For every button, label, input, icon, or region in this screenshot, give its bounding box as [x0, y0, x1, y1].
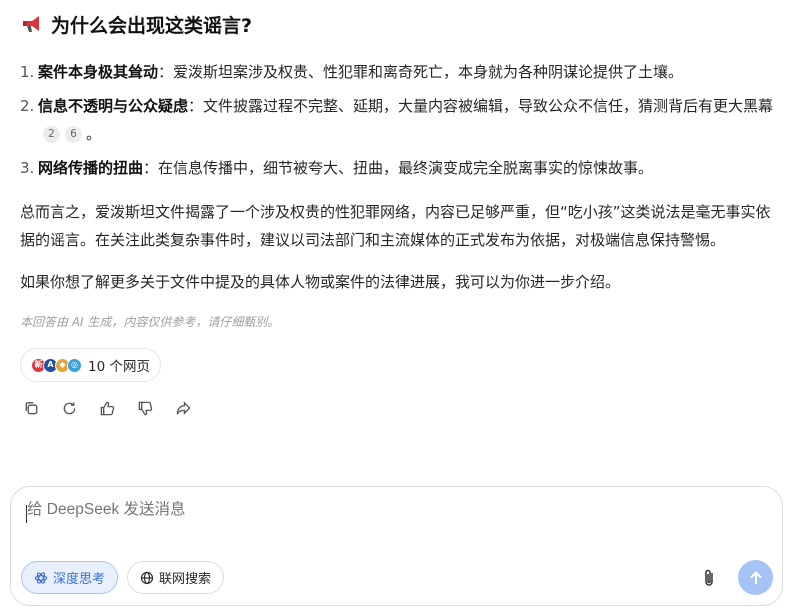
list-number: 2.: [20, 97, 35, 115]
point-text: ：在信息传播中，细节被夸大、扭曲，最终演变成完全脱离事实的惊悚故事。: [143, 159, 654, 177]
globe-site-icon: ◎: [67, 357, 82, 373]
point-title: 案件本身极其耸动: [38, 63, 159, 81]
web-search-label: 联网搜索: [159, 572, 212, 587]
list-number: 3.: [20, 159, 35, 177]
citation-badge[interactable]: 2: [43, 126, 60, 143]
deep-think-toggle[interactable]: 深度思考: [21, 561, 119, 594]
reasons-list: 1. 案件本身极其耸动：爱泼斯坦案涉及权贵、性犯罪和离奇死亡，本身就为各种阴谋论…: [20, 58, 776, 182]
list-item: 3. 网络传播的扭曲：在信息传播中，细节被夸大、扭曲，最终演变成完全脱离事实的惊…: [20, 154, 776, 182]
arrow-up-icon: [749, 570, 762, 584]
share-icon[interactable]: [172, 397, 194, 419]
copy-icon[interactable]: [20, 397, 42, 419]
point-text: ：文件披露过程不完整、延期，大量内容被编辑，导致公众不信任，猜测背后有更大黑幕: [188, 97, 774, 115]
assistant-answer: 为什么会出现这类谣言? 1. 案件本身极其耸动：爱泼斯坦案涉及权贵、性犯罪和离奇…: [20, 10, 776, 419]
web-search-toggle[interactable]: 联网搜索: [127, 561, 225, 594]
followup-paragraph: 如果你想了解更多关于文件中提及的具体人物或案件的法律进展，我可以为你进一步介绍。: [20, 273, 621, 291]
megaphone-icon: [21, 14, 43, 34]
citation-badge[interactable]: 6: [65, 126, 82, 143]
attach-file-icon[interactable]: [699, 567, 719, 589]
point-text: ：爱泼斯坦案涉及权贵、性犯罪和离奇死亡，本身就为各种阴谋论提供了土壤。: [158, 63, 684, 81]
list-item: 2. 信息不透明与公众疑虑：文件披露过程不完整、延期，大量内容被编辑，导致公众不…: [20, 92, 776, 148]
point-title: 网络传播的扭曲: [38, 159, 144, 177]
thumbs-up-icon[interactable]: [96, 397, 118, 419]
message-composer[interactable]: 深度思考 联网搜索: [10, 486, 783, 606]
list-number: 1.: [20, 63, 35, 81]
globe-icon: [140, 571, 154, 584]
point-tail: 。: [86, 125, 102, 143]
send-button[interactable]: [738, 560, 773, 595]
section-heading: 为什么会出现这类谣言?: [20, 10, 776, 38]
message-actions: [20, 397, 776, 419]
deep-think-label: 深度思考: [53, 572, 106, 587]
web-sources-button[interactable]: 新 A ◆ ◎ 10 个网页: [20, 348, 161, 382]
summary-paragraph: 总而言之，爱泼斯坦文件揭露了一个涉及权贵的性犯罪网络，内容已足够严重，但“吃小孩…: [20, 203, 771, 249]
point-title: 信息不透明与公众疑虑: [38, 97, 189, 115]
list-item: 1. 案件本身极其耸动：爱泼斯坦案涉及权贵、性犯罪和离奇死亡，本身就为各种阴谋论…: [20, 58, 776, 86]
message-input[interactable]: [27, 501, 727, 519]
sources-label: 10 个网页: [88, 359, 150, 375]
thumbs-down-icon[interactable]: [134, 397, 156, 419]
atom-icon: [34, 571, 48, 584]
heading-text: 为什么会出现这类谣言?: [51, 14, 253, 37]
regenerate-icon[interactable]: [58, 397, 80, 419]
ai-disclaimer: 本回答由 AI 生成，内容仅供参考，请仔细甄别。: [20, 315, 280, 329]
